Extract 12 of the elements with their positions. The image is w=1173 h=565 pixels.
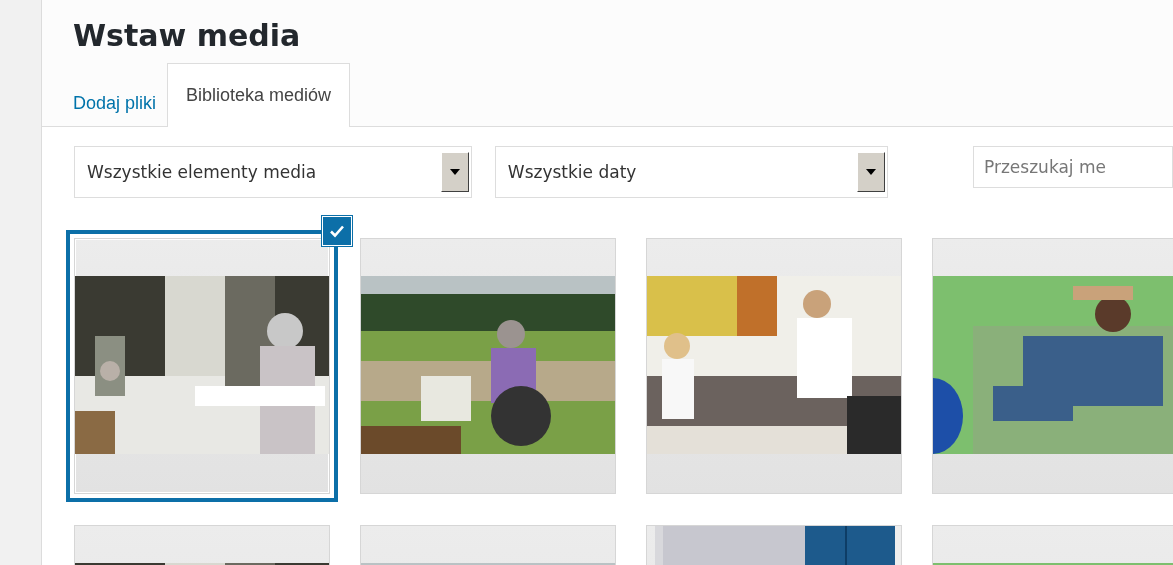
caret-icon — [866, 169, 876, 175]
search-field[interactable]: Przeszukaj me — [973, 146, 1173, 188]
filter-dropdown[interactable]: Wszystkie daty — [494, 146, 888, 198]
media-thumbnail[interactable] — [646, 238, 902, 494]
caret-icon — [449, 169, 460, 175]
media-thumbnail[interactable] — [360, 238, 616, 494]
modal-title: Wstaw media — [72, 17, 302, 55]
media-thumbnail[interactable] — [932, 238, 1173, 494]
tab[interactable]: Dodaj pliki — [62, 79, 168, 127]
filter-dropdown[interactable]: Wszystkie elementy media — [74, 146, 472, 198]
tab[interactable]: Biblioteka mediów — [167, 63, 351, 127]
check-icon[interactable] — [322, 216, 352, 246]
